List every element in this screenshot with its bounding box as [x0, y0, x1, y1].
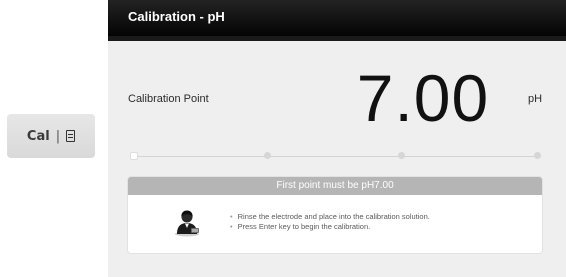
message-body: Rinse the electrode and place into the c…: [128, 195, 542, 253]
title-bar: Calibration - pH: [108, 0, 566, 41]
operator-icon: [175, 210, 199, 237]
cal-key-button[interactable]: Cal |: [7, 114, 95, 158]
unit-label: pH: [528, 93, 543, 105]
cal-key-label: Cal: [26, 128, 50, 144]
progress-point-1: [131, 153, 137, 159]
message-panel: First point must be pH7.00 Rinse the ele…: [128, 177, 542, 253]
message-header: First point must be pH7.00: [128, 177, 542, 195]
screen-title: Calibration - pH: [128, 9, 225, 24]
instruction-item: Rinse the electrode and place into the c…: [230, 212, 430, 222]
calibration-point-label: Calibration Point: [128, 93, 209, 105]
page: Cal | Calibration - pH Calibration Point…: [0, 0, 566, 277]
instruction-item: Press Enter key to begin the calibration…: [230, 222, 430, 232]
progress-point-2: [264, 152, 271, 159]
progress-point-4: [534, 152, 541, 159]
cal-key-separator: |: [55, 128, 61, 144]
instruction-list: Rinse the electrode and place into the c…: [230, 212, 430, 232]
calibration-value: 7.00: [356, 61, 490, 135]
device-screen: Calibration - pH Calibration Point 7.00 …: [108, 0, 566, 277]
document-icon: [66, 130, 76, 142]
progress-track: [132, 156, 540, 157]
progress-point-3: [398, 152, 405, 159]
